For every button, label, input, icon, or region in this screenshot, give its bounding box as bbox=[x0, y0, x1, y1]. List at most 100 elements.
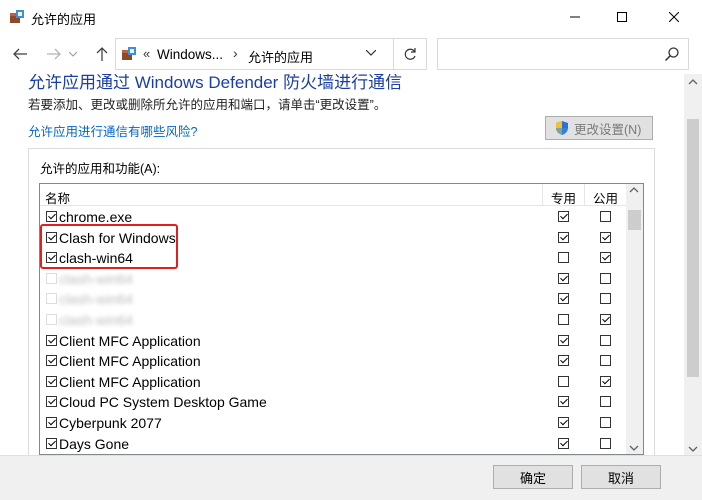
public-network-checkbox[interactable] bbox=[600, 375, 611, 387]
breadcrumb-windows[interactable]: Windows... bbox=[157, 47, 223, 62]
app-enabled-checkbox[interactable] bbox=[46, 231, 57, 243]
list-item[interactable]: clash-win64 bbox=[40, 289, 626, 310]
list-item[interactable]: clash-win64 bbox=[40, 248, 626, 269]
public-network-checkbox[interactable] bbox=[600, 252, 611, 264]
overflow-chevron[interactable]: « bbox=[143, 46, 150, 61]
app-enabled-checkbox[interactable] bbox=[46, 314, 57, 325]
list-item[interactable]: clash-win64 bbox=[40, 269, 626, 290]
breadcrumb-allowed-apps[interactable]: 允许的应用 bbox=[248, 47, 313, 66]
list-item[interactable]: Cloud PC System Desktop Game bbox=[40, 392, 626, 413]
private-network-checkbox[interactable] bbox=[558, 437, 569, 449]
forward-button[interactable] bbox=[42, 42, 66, 66]
app-enabled-checkbox[interactable] bbox=[46, 211, 57, 222]
refresh-icon bbox=[404, 48, 416, 60]
public-network-checkbox[interactable] bbox=[600, 293, 611, 305]
app-name: clash-win64 bbox=[59, 291, 133, 308]
navigation-bar: « Windows... › 允许的应用 bbox=[0, 34, 702, 74]
minimize-button[interactable] bbox=[552, 0, 598, 34]
up-button[interactable] bbox=[90, 42, 114, 66]
public-network-checkbox[interactable] bbox=[600, 437, 611, 449]
private-network-checkbox[interactable] bbox=[558, 293, 569, 305]
list-item[interactable]: Clash for Windows bbox=[40, 228, 626, 249]
private-network-checkbox[interactable] bbox=[558, 314, 569, 325]
page-title: 允许应用通过 Windows Defender 防火墙进行通信 bbox=[28, 74, 403, 92]
public-network-checkbox[interactable] bbox=[600, 272, 611, 284]
app-enabled-checkbox[interactable] bbox=[46, 252, 57, 264]
page-scroll-thumb[interactable] bbox=[687, 119, 699, 377]
change-settings-button[interactable]: 更改设置(N) bbox=[545, 116, 653, 140]
chevron-down-icon bbox=[69, 51, 77, 57]
list-scroll-thumb[interactable] bbox=[628, 210, 641, 230]
search-input[interactable] bbox=[437, 38, 689, 70]
close-icon bbox=[669, 12, 679, 22]
firewall-app-icon bbox=[10, 10, 24, 23]
private-network-checkbox[interactable] bbox=[558, 334, 569, 346]
app-name: Client MFC Application bbox=[59, 353, 201, 370]
app-enabled-checkbox[interactable] bbox=[46, 334, 57, 346]
description-text: 若要添加、更改或删除所允许的应用和端口，请单击“更改设置”。 bbox=[28, 98, 387, 112]
list-item[interactable]: Client MFC Application bbox=[40, 372, 626, 393]
app-enabled-checkbox[interactable] bbox=[46, 293, 57, 305]
private-network-checkbox[interactable] bbox=[558, 231, 569, 243]
address-bar[interactable]: « Windows... › 允许的应用 bbox=[115, 38, 394, 70]
app-name: clash-win64 bbox=[59, 312, 133, 328]
scroll-up-icon[interactable] bbox=[629, 186, 639, 194]
app-name: clash-win64 bbox=[59, 250, 133, 267]
app-enabled-checkbox[interactable] bbox=[46, 396, 57, 408]
window-title: 允许的应用 bbox=[31, 12, 97, 27]
public-network-checkbox[interactable] bbox=[600, 396, 611, 408]
scroll-down-icon[interactable] bbox=[688, 445, 698, 453]
allowed-apps-list[interactable]: 名称 专用 公用 chrome.exe Clash for Windows clas… bbox=[39, 183, 644, 455]
list-item[interactable]: Client MFC Application bbox=[40, 331, 626, 352]
risk-info-link[interactable]: 允许应用进行通信有哪些风险? bbox=[28, 121, 197, 140]
list-item[interactable]: chrome.exe bbox=[40, 207, 626, 228]
maximize-button[interactable] bbox=[599, 0, 645, 34]
public-network-checkbox[interactable] bbox=[600, 211, 611, 222]
list-item[interactable]: Days Gone bbox=[40, 434, 626, 454]
private-network-checkbox[interactable] bbox=[558, 355, 569, 367]
scroll-up-icon[interactable] bbox=[688, 78, 698, 86]
app-enabled-checkbox[interactable] bbox=[46, 355, 57, 367]
private-network-checkbox[interactable] bbox=[558, 417, 569, 428]
scroll-down-icon[interactable] bbox=[629, 444, 639, 452]
app-enabled-checkbox[interactable] bbox=[46, 437, 57, 449]
cancel-button[interactable]: 取消 bbox=[581, 465, 661, 489]
close-button[interactable] bbox=[651, 0, 697, 34]
public-network-checkbox[interactable] bbox=[600, 334, 611, 346]
private-network-checkbox[interactable] bbox=[558, 396, 569, 408]
private-network-checkbox[interactable] bbox=[558, 211, 569, 222]
back-arrow-icon bbox=[13, 48, 27, 60]
page-scrollbar[interactable] bbox=[684, 74, 702, 455]
public-network-checkbox[interactable] bbox=[600, 314, 611, 325]
public-network-checkbox[interactable] bbox=[600, 231, 611, 243]
app-enabled-checkbox[interactable] bbox=[46, 375, 57, 387]
public-network-checkbox[interactable] bbox=[600, 355, 611, 367]
column-header-name[interactable]: 名称 bbox=[45, 188, 70, 207]
app-enabled-checkbox[interactable] bbox=[46, 417, 57, 428]
app-name: Client MFC Application bbox=[59, 332, 201, 349]
minimize-icon bbox=[570, 16, 580, 18]
public-network-checkbox[interactable] bbox=[600, 417, 611, 428]
breadcrumb-separator[interactable]: › bbox=[233, 45, 238, 61]
recent-locations-button[interactable] bbox=[66, 42, 80, 66]
app-name: Days Gone bbox=[59, 435, 130, 452]
list-scrollbar[interactable] bbox=[626, 184, 643, 454]
private-network-checkbox[interactable] bbox=[558, 375, 569, 387]
address-dropdown-button[interactable] bbox=[365, 45, 377, 59]
app-name: Cloud PC System Desktop Game bbox=[59, 394, 267, 411]
list-item[interactable]: Client MFC Application bbox=[40, 351, 626, 372]
refresh-button[interactable] bbox=[394, 38, 427, 70]
up-arrow-icon bbox=[96, 47, 108, 61]
private-network-checkbox[interactable] bbox=[558, 252, 569, 264]
back-button[interactable] bbox=[8, 42, 32, 66]
app-enabled-checkbox[interactable] bbox=[46, 272, 57, 284]
private-network-checkbox[interactable] bbox=[558, 272, 569, 284]
column-header-public[interactable]: 公用 bbox=[584, 184, 626, 206]
app-name: chrome.exe bbox=[59, 209, 133, 225]
ok-button[interactable]: 确定 bbox=[493, 465, 573, 489]
list-item[interactable]: clash-win64 bbox=[40, 310, 626, 331]
list-item[interactable]: Cyberpunk 2077 bbox=[40, 413, 626, 434]
maximize-icon bbox=[617, 12, 627, 22]
allowed-apps-label: 允许的应用和功能(A): bbox=[40, 162, 161, 176]
column-header-private[interactable]: 专用 bbox=[542, 184, 584, 206]
